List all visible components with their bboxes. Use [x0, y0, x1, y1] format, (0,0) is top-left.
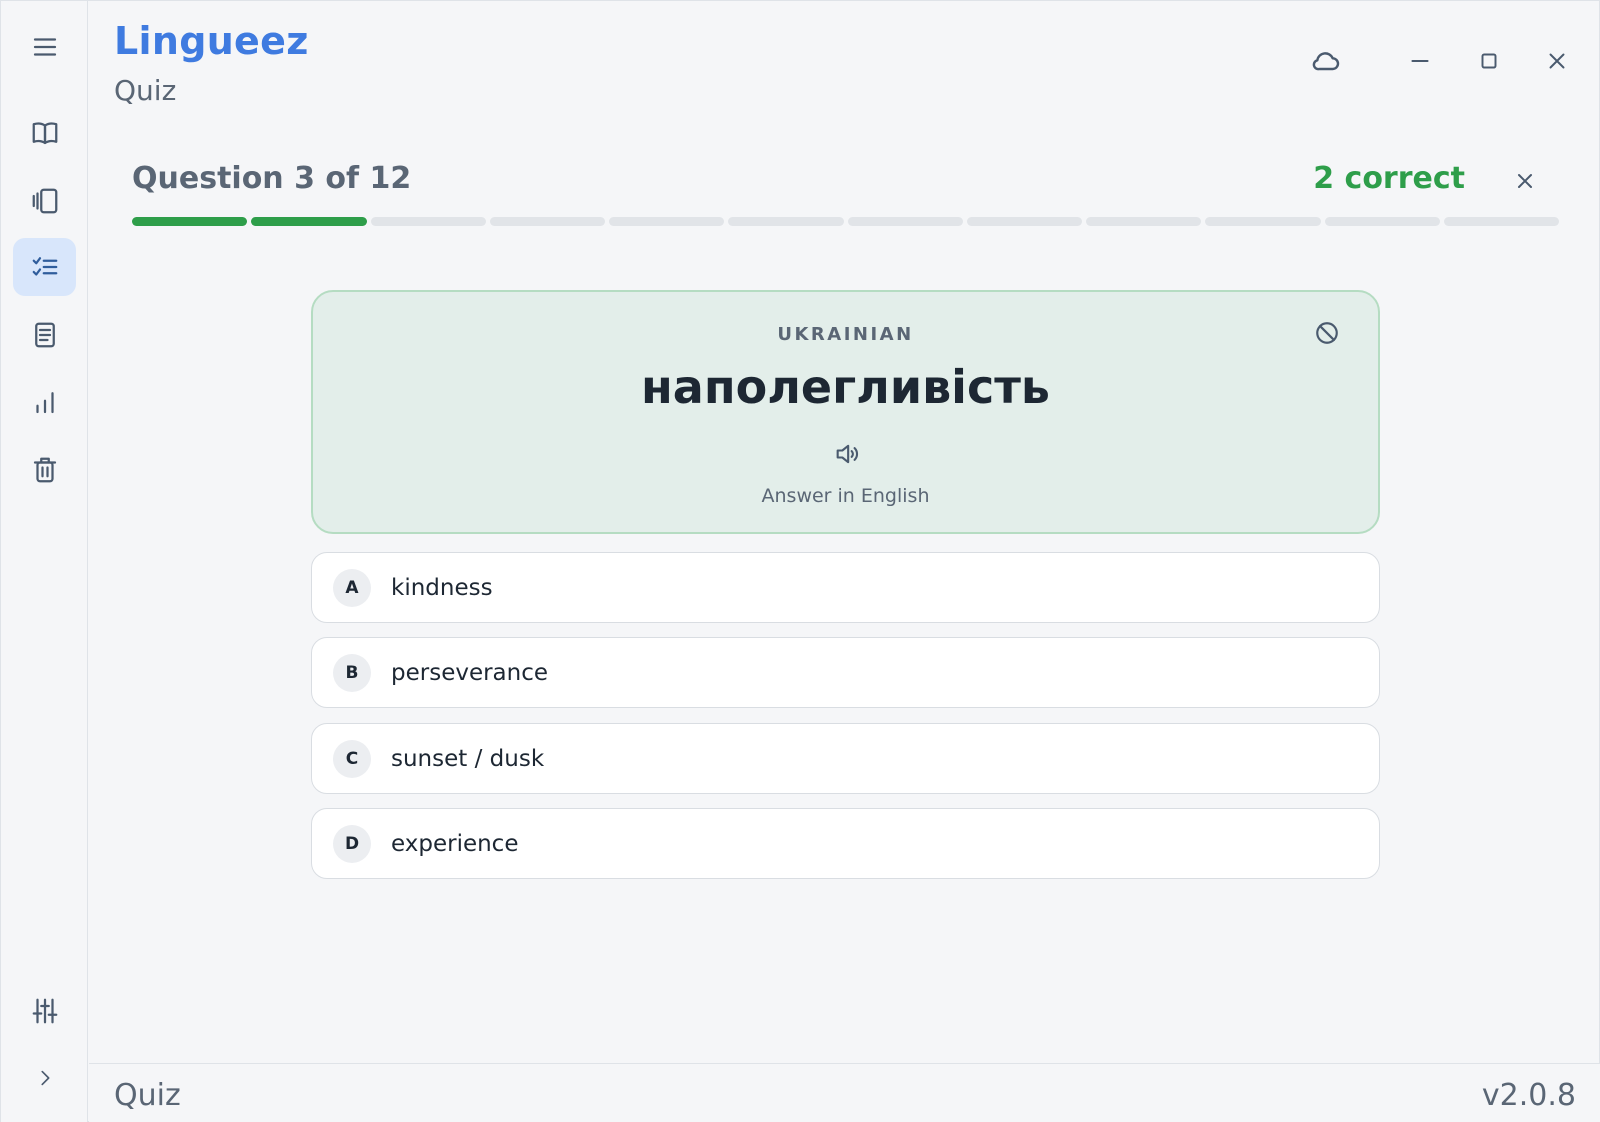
- play-audio-button[interactable]: [831, 438, 863, 470]
- answer-hint: Answer in English: [761, 485, 930, 507]
- progress-segment: [1443, 217, 1559, 226]
- block-icon: [1316, 322, 1338, 344]
- sidebar-expand-button[interactable]: [13, 1049, 76, 1107]
- speaker-icon: [836, 444, 859, 464]
- option-letter-badge: B: [333, 653, 371, 692]
- close-icon: [1549, 53, 1565, 69]
- flashcards-icon: [32, 188, 57, 214]
- status-bar-page: Quiz: [114, 1078, 181, 1113]
- sidebar-item-quiz[interactable]: [13, 238, 76, 296]
- source-language-label: UKRAINIAN: [777, 324, 914, 345]
- question-counter: Question 3 of 12: [132, 161, 412, 196]
- notes-icon: [34, 322, 55, 348]
- progress-segment: [1205, 217, 1321, 226]
- menu-icon: [33, 38, 56, 56]
- sidebar-item-settings[interactable]: [13, 982, 76, 1040]
- quiz-checklist-icon: [32, 257, 57, 276]
- status-bar: Quiz v2.0.8: [89, 1063, 1600, 1122]
- window-close-button[interactable]: [1537, 41, 1577, 81]
- question-word: наполегливість: [641, 360, 1050, 414]
- progress-segment: [489, 217, 605, 226]
- answer-option-c[interactable]: C sunset / dusk: [311, 723, 1380, 794]
- progress-segment: [132, 217, 248, 226]
- option-text: kindness: [391, 574, 493, 601]
- progress-segment: [370, 217, 486, 226]
- menu-button[interactable]: [13, 18, 76, 76]
- page-subtitle: Quiz: [114, 74, 177, 107]
- option-letter-badge: A: [333, 568, 371, 607]
- exit-quiz-button[interactable]: [1507, 163, 1543, 199]
- progress-segment: [728, 217, 844, 226]
- sidebar: [1, 1, 88, 1122]
- app-version: v2.0.8: [1481, 1078, 1576, 1113]
- correct-count: 2 correct: [1313, 161, 1465, 196]
- minimize-button[interactable]: [1400, 41, 1440, 81]
- sync-button[interactable]: [1306, 41, 1346, 81]
- question-card: UKRAINIAN наполегливість Answer in Engli…: [311, 290, 1380, 534]
- progress-segment: [609, 217, 725, 226]
- cloud-icon: [1312, 52, 1340, 71]
- sidebar-item-stats[interactable]: [13, 373, 76, 431]
- maximize-icon: [1481, 53, 1497, 69]
- option-text: sunset / dusk: [391, 745, 545, 772]
- sidebar-item-trash[interactable]: [13, 441, 76, 499]
- stats-chart-icon: [35, 392, 54, 414]
- sidebar-item-dictionary[interactable]: [13, 104, 76, 162]
- app-title: Lingueez: [114, 19, 309, 63]
- minimize-icon: [1411, 60, 1429, 62]
- sidebar-item-flashcards[interactable]: [13, 172, 76, 230]
- option-text: experience: [391, 830, 519, 857]
- answer-option-b[interactable]: B perseverance: [311, 637, 1380, 708]
- sidebar-item-notes[interactable]: [13, 306, 76, 364]
- progress-segment: [1086, 217, 1202, 226]
- skip-question-button[interactable]: [1310, 316, 1344, 350]
- option-letter-badge: D: [333, 824, 371, 863]
- answer-option-d[interactable]: D experience: [311, 808, 1380, 879]
- settings-sliders-icon: [32, 998, 57, 1024]
- trash-icon: [33, 457, 56, 483]
- answer-option-a[interactable]: A kindness: [311, 552, 1380, 623]
- close-icon: [1518, 174, 1532, 188]
- progress-segment: [1324, 217, 1440, 226]
- book-icon: [32, 122, 57, 145]
- progress-segment: [966, 217, 1082, 226]
- progress-segment: [847, 217, 963, 226]
- option-letter-badge: C: [333, 739, 371, 778]
- progress-segment: [251, 217, 367, 226]
- chevron-right-icon: [40, 1070, 49, 1086]
- app-window: Lingueez Quiz Question 3 of 12 2 correct…: [0, 0, 1600, 1122]
- maximize-button[interactable]: [1469, 41, 1509, 81]
- option-text: perseverance: [391, 659, 549, 686]
- quiz-progress-bar: [132, 217, 1559, 226]
